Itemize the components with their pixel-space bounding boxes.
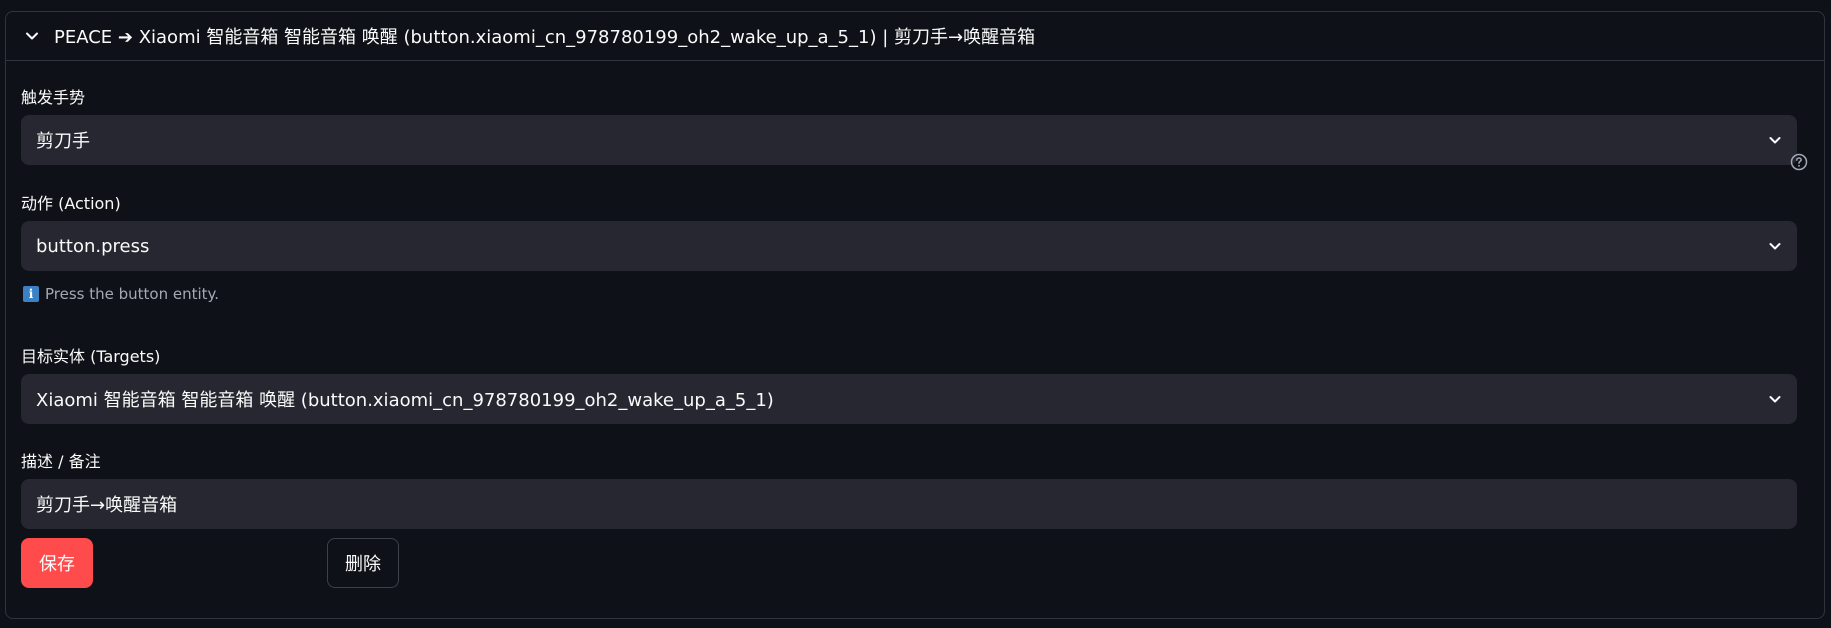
targets-label: 目标实体 (Targets) — [21, 347, 161, 366]
info-icon: i — [23, 286, 39, 302]
expander-title: PEACE ➔ Xiaomi 智能音箱 智能音箱 唤醒 (button.xiao… — [54, 27, 1036, 48]
targets-select[interactable]: Xiaomi 智能音箱 智能音箱 唤醒 (button.xiaomi_cn_97… — [21, 374, 1797, 424]
delete-button[interactable]: 删除 — [327, 538, 399, 588]
gesture-select[interactable]: 剪刀手 — [21, 115, 1797, 165]
action-select-value: button.press — [36, 235, 150, 257]
chevron-down-icon — [1767, 132, 1783, 148]
action-caption: i Press the button entity. — [23, 285, 219, 303]
action-caption-text: Press the button entity. — [45, 285, 220, 303]
chevron-down-icon — [24, 28, 40, 44]
question-circle-icon[interactable] — [1790, 153, 1808, 171]
action-select[interactable]: button.press — [21, 221, 1797, 271]
save-button[interactable]: 保存 — [21, 538, 93, 588]
description-label: 描述 / 备注 — [21, 452, 101, 471]
chevron-down-icon — [1767, 238, 1783, 254]
gesture-select-value: 剪刀手 — [36, 131, 90, 152]
gesture-label: 触发手势 — [21, 88, 86, 107]
chevron-down-icon — [1767, 391, 1783, 407]
action-label: 动作 (Action) — [21, 194, 121, 213]
targets-select-value: Xiaomi 智能音箱 智能音箱 唤醒 (button.xiaomi_cn_97… — [36, 390, 774, 411]
expander-header[interactable]: PEACE ➔ Xiaomi 智能音箱 智能音箱 唤醒 (button.xiao… — [6, 12, 1824, 61]
description-input[interactable] — [21, 479, 1797, 529]
